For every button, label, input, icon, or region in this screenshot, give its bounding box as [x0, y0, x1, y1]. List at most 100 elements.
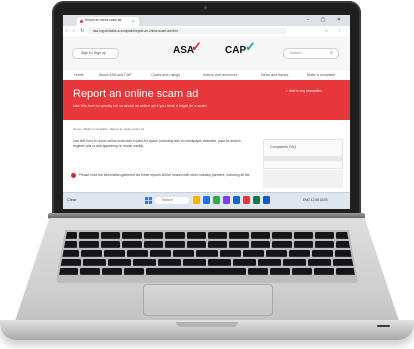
keyboard-key: [122, 241, 142, 248]
keyboard-row: [58, 268, 356, 275]
keyboard-key: [79, 232, 99, 239]
keyboard-row: [58, 250, 356, 257]
excel-icon[interactable]: [253, 196, 260, 204]
chrome-icon[interactable]: [213, 196, 220, 204]
search-icon[interactable]: ⌕: [330, 50, 333, 56]
faq-title: Complaints FAQ: [270, 145, 297, 149]
keyboard-row: [58, 241, 356, 248]
keyboard-key: [165, 232, 185, 239]
page-subtitle: Use this form to quickly tell us about a…: [73, 104, 207, 108]
keyboard-key: [102, 268, 122, 275]
keyboard-key: [104, 250, 126, 257]
keyboard-key: [173, 250, 195, 257]
nav-about[interactable]: About ASA and CAP: [99, 73, 132, 77]
taskbar-search-label: Search: [162, 198, 173, 202]
keyboard-key: [229, 232, 249, 239]
keyboard: [58, 232, 356, 281]
keyboard-key: [196, 250, 218, 257]
favourites-label: Add to my favourites: [289, 89, 322, 93]
keyboard-key: [124, 268, 144, 275]
keyboard-key: [293, 241, 314, 248]
close-tab-icon[interactable]: ×: [132, 18, 134, 23]
word-icon[interactable]: [263, 196, 270, 204]
keyboard-key: [311, 250, 333, 257]
outlook-icon[interactable]: [233, 196, 240, 204]
keyboard-key: [308, 259, 331, 266]
keyboard-key: [233, 259, 256, 266]
page-title: Report an online scam ad: [73, 88, 199, 100]
nav-codes[interactable]: Codes and rulings: [151, 73, 180, 77]
keyboard-key: [150, 250, 172, 257]
keyboard-key: [127, 250, 149, 257]
intro-text: Use this form to report online scam ads …: [73, 139, 241, 148]
url-text: asa.org.uk/make-a-complaint/report-an-on…: [93, 28, 178, 33]
keyboard-key: [207, 241, 228, 248]
keyboard-key: [272, 241, 292, 248]
browser-tab-bar: Report an online scam ad × – ▢ ✕: [63, 15, 350, 26]
site-header: Sign in | Sign up ASA ✓ CAP ✓ Search... …: [63, 36, 350, 71]
bookmark-menu-icons[interactable]: ☆ ⋮: [324, 28, 346, 34]
asa-tick-icon: ✓: [191, 39, 202, 54]
keyboard-key: [143, 232, 164, 239]
nav-home[interactable]: Home: [74, 73, 84, 77]
side-panel: [263, 170, 343, 188]
weather-widget[interactable]: Clear: [67, 197, 77, 202]
keyboard-key: [81, 250, 103, 257]
nav-news[interactable]: News and Issues: [261, 73, 288, 77]
keyboard-key: [219, 250, 241, 257]
browser-tab[interactable]: Report an online scam ad ×: [77, 17, 139, 26]
tab-title: Report an online scam ad: [85, 18, 122, 22]
lid-notch: [176, 322, 238, 327]
keyboard-key: [100, 232, 121, 239]
keyboard-key: [80, 268, 100, 275]
keyboard-key: [207, 232, 228, 239]
keyboard-key: [186, 241, 206, 248]
app-icon[interactable]: [243, 196, 250, 204]
keyboard-key: [108, 259, 131, 266]
keyboard-key: [293, 232, 314, 239]
breadcrumb[interactable]: Home › Make a complaint › Report an onli…: [73, 127, 144, 131]
favicon-icon: [80, 20, 83, 23]
keyboard-key: [265, 250, 287, 257]
hero-banner: Report an online scam ad Use this form t…: [63, 80, 350, 120]
faq-box[interactable]: Complaints FAQ: [263, 139, 343, 169]
nav-advice[interactable]: Advice and resources: [203, 73, 238, 77]
nav-complaint[interactable]: Make a complaint: [307, 73, 335, 77]
teams-icon[interactable]: [223, 196, 230, 204]
signin-button[interactable]: Sign in | Sign up: [72, 48, 119, 59]
notice-icon: [71, 173, 76, 178]
keyboard-key: [183, 259, 206, 266]
keyboard-key: [258, 259, 281, 266]
keyboard-key: [283, 259, 306, 266]
keyboard-row: [58, 259, 356, 266]
cap-tick-icon: ✓: [245, 39, 256, 54]
keyboard-key: [248, 268, 268, 275]
site-search-input[interactable]: Search... ⌕: [283, 48, 339, 59]
webcam: [204, 6, 207, 9]
keyboard-key: [143, 241, 164, 248]
keyboard-key: [229, 241, 249, 248]
keyboard-key: [315, 241, 335, 248]
file-explorer-icon[interactable]: [193, 196, 200, 204]
keyboard-key: [292, 268, 312, 275]
system-tray[interactable]: ENG 12:55 24/05: [303, 198, 328, 202]
window-controls[interactable]: – ▢ ✕: [307, 17, 346, 23]
keyboard-key: [165, 241, 185, 248]
url-field[interactable]: asa.org.uk/make-a-complaint/report-an-on…: [87, 28, 287, 34]
keyboard-key: [58, 268, 78, 275]
keyboard-key: [242, 250, 264, 257]
start-icon[interactable]: [145, 197, 152, 204]
keyboard-key: [83, 259, 106, 266]
taskbar-search[interactable]: Search: [155, 197, 189, 204]
keyboard-key: [272, 232, 292, 239]
keyboard-key: [100, 241, 121, 248]
keyboard-key: [250, 232, 271, 239]
cap-logo[interactable]: CAP: [225, 45, 246, 56]
back-forward-reload-icons[interactable]: ‹ › ↻: [66, 28, 86, 34]
laptop-screen: Report an online scam ad × – ▢ ✕ ‹ › ↻ a…: [63, 15, 350, 209]
status-led: [377, 325, 390, 327]
trackpad: [143, 284, 273, 316]
keyboard-key: [133, 259, 156, 266]
add-favourites-link[interactable]: ☆ Add to my favourites: [285, 89, 322, 93]
edge-icon[interactable]: [203, 196, 210, 204]
